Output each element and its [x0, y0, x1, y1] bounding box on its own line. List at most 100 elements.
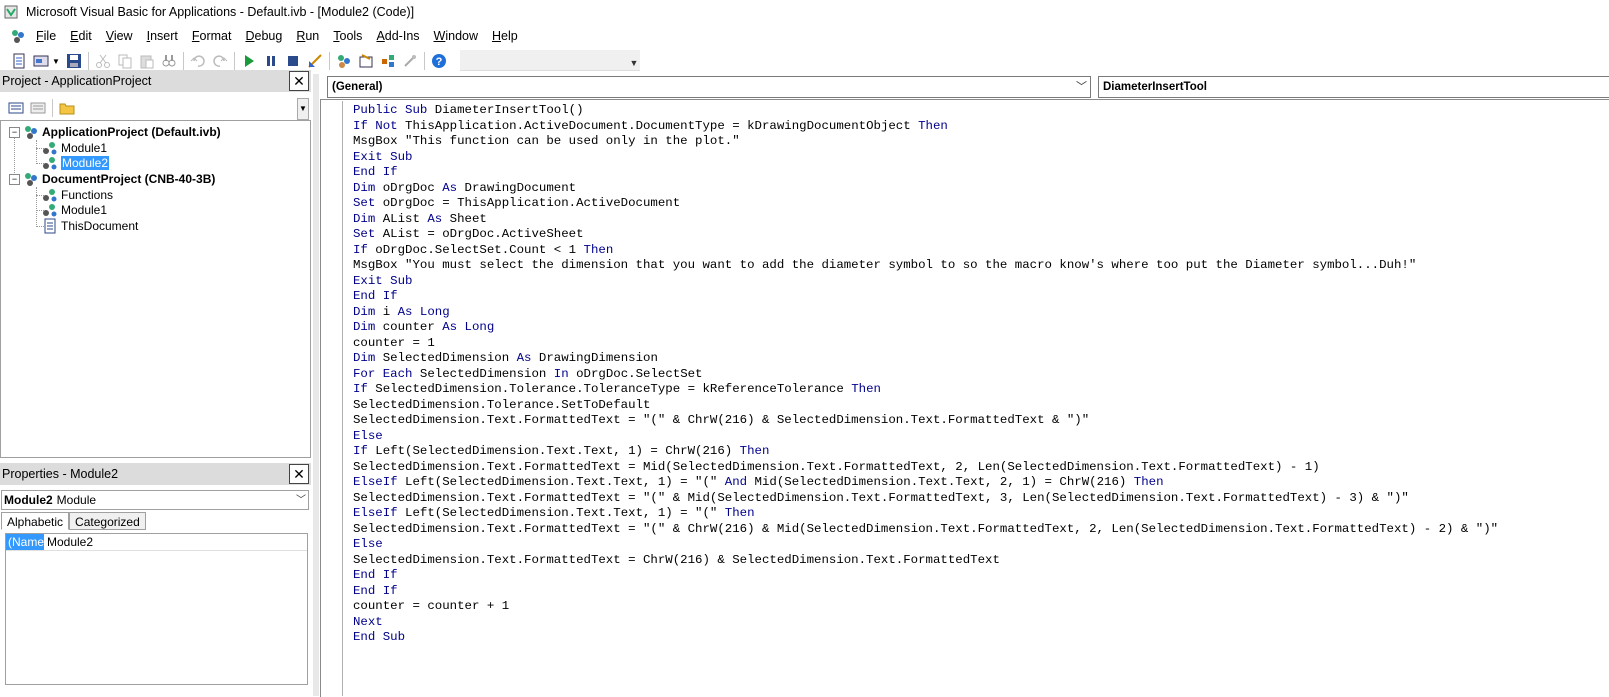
- code-line[interactable]: SelectedDimension.Text.FormattedText = M…: [353, 460, 1603, 476]
- tree-app-module2[interactable]: Module2: [42, 155, 110, 171]
- expand-app-project[interactable]: −: [9, 127, 20, 138]
- code-line[interactable]: End If: [353, 289, 1603, 305]
- object-browser-icon[interactable]: [380, 53, 396, 69]
- tree-doc-project[interactable]: DocumentProject (CNB-40-3B): [23, 171, 215, 187]
- code-line[interactable]: ElseIf Left(SelectedDimension.Text.Text,…: [353, 475, 1603, 491]
- code-line[interactable]: ElseIf Left(SelectedDimension.Text.Text,…: [353, 506, 1603, 522]
- menu-edit[interactable]: Edit: [63, 29, 99, 43]
- run-icon[interactable]: [241, 53, 257, 69]
- tree-app-module1[interactable]: Module1: [42, 140, 107, 156]
- code-line[interactable]: Else: [353, 429, 1603, 445]
- procedure-combo[interactable]: DiameterInsertTool: [1098, 76, 1609, 98]
- menu-view[interactable]: View: [99, 29, 140, 43]
- code-line[interactable]: Else: [353, 537, 1603, 553]
- code-line[interactable]: End If: [353, 584, 1603, 600]
- undo-icon[interactable]: [190, 53, 206, 69]
- code-line[interactable]: Set AList = oDrgDoc.ActiveSheet: [353, 227, 1603, 243]
- properties-object-select[interactable]: Module2 Module ﹀: [1, 490, 309, 510]
- menu-bar: File Edit View Insert Format Debug Run T…: [0, 24, 1609, 48]
- code-line[interactable]: End If: [353, 165, 1603, 181]
- code-line[interactable]: Dim oDrgDoc As DrawingDocument: [353, 181, 1603, 197]
- insert-dropdown-icon[interactable]: ▼: [52, 57, 60, 66]
- code-line[interactable]: MsgBox "You must select the dimension th…: [353, 258, 1603, 274]
- code-line[interactable]: Dim SelectedDimension As DrawingDimensio…: [353, 351, 1603, 367]
- code-line[interactable]: Dim i As Long: [353, 305, 1603, 321]
- menu-window[interactable]: Window: [427, 29, 485, 43]
- code-line[interactable]: SelectedDimension.Text.FormattedText = C…: [353, 553, 1603, 569]
- design-mode-icon[interactable]: [307, 53, 323, 69]
- menu-add-ins[interactable]: Add-Ins: [369, 29, 426, 43]
- code-line[interactable]: MsgBox "This function can be used only i…: [353, 134, 1603, 150]
- menu-debug[interactable]: Debug: [238, 29, 289, 43]
- code-margin-indicator-bar[interactable]: [322, 101, 343, 696]
- project-tree[interactable]: − ApplicationProject (Default.ivb) Modul…: [0, 120, 311, 458]
- properties-window-icon[interactable]: [358, 53, 374, 69]
- code-line[interactable]: Exit Sub: [353, 150, 1603, 166]
- paste-icon[interactable]: [139, 53, 155, 69]
- code-line[interactable]: SelectedDimension.Tolerance.SetToDefault: [353, 398, 1603, 414]
- help-icon[interactable]: ?: [431, 53, 447, 69]
- project-pane-close-icon[interactable]: ✕: [289, 71, 309, 91]
- code-line[interactable]: Set oDrgDoc = ThisApplication.ActiveDocu…: [353, 196, 1603, 212]
- code-line[interactable]: Dim AList As Sheet: [353, 212, 1603, 228]
- reset-icon[interactable]: [285, 53, 301, 69]
- cut-icon[interactable]: [95, 53, 111, 69]
- code-line[interactable]: End If: [353, 568, 1603, 584]
- code-line[interactable]: counter = counter + 1: [353, 599, 1603, 615]
- insert-userform-icon[interactable]: [33, 53, 49, 69]
- view-object-icon[interactable]: [30, 100, 46, 116]
- project-scroll-button[interactable]: ▼: [297, 98, 309, 120]
- menu-format[interactable]: Format: [185, 29, 239, 43]
- code-line[interactable]: Exit Sub: [353, 274, 1603, 290]
- tree-app-project[interactable]: ApplicationProject (Default.ivb): [23, 124, 221, 140]
- code-line[interactable]: If Left(SelectedDimension.Text.Text, 1) …: [353, 444, 1603, 460]
- properties-object-type: Module: [56, 493, 97, 507]
- menu-file[interactable]: File: [29, 29, 63, 43]
- code-line[interactable]: SelectedDimension.Text.FormattedText = "…: [353, 491, 1603, 507]
- properties-grid[interactable]: (Name) Module2: [5, 533, 308, 685]
- object-combo[interactable]: (General) ﹀: [327, 76, 1091, 98]
- project-explorer-icon[interactable]: [336, 53, 352, 69]
- code-line[interactable]: If SelectedDimension.Tolerance.Tolerance…: [353, 382, 1603, 398]
- copy-icon[interactable]: [117, 53, 133, 69]
- menu-tools[interactable]: Tools: [326, 29, 369, 43]
- menu-run[interactable]: Run: [289, 29, 326, 43]
- toggle-folders-icon[interactable]: [59, 100, 75, 116]
- code-editor[interactable]: Public Sub DiameterInsertTool() If Not Th…: [353, 103, 1603, 646]
- break-icon[interactable]: [263, 53, 279, 69]
- tree-doc-functions[interactable]: Functions: [42, 187, 113, 203]
- expand-doc-project[interactable]: −: [9, 174, 20, 185]
- code-line[interactable]: If oDrgDoc.SelectSet.Count < 1 Then: [353, 243, 1603, 259]
- toolbar-overflow-icon[interactable]: ▼: [628, 50, 640, 70]
- menu-insert[interactable]: Insert: [140, 29, 185, 43]
- code-line[interactable]: End Sub: [353, 630, 1603, 646]
- code-line[interactable]: If Not ThisApplication.ActiveDocument.Do…: [353, 119, 1603, 135]
- code-line[interactable]: Public Sub DiameterInsertTool(): [353, 103, 1603, 119]
- tree-doc-thisdocument[interactable]: ThisDocument: [42, 218, 138, 234]
- properties-pane-close-icon[interactable]: ✕: [289, 464, 309, 484]
- tab-categorized[interactable]: Categorized: [69, 512, 146, 530]
- code-line[interactable]: SelectedDimension.Text.FormattedText = "…: [353, 413, 1603, 429]
- view-code-small-icon[interactable]: [8, 100, 24, 116]
- pane-splitter[interactable]: [313, 74, 319, 696]
- code-line[interactable]: For Each SelectedDimension In oDrgDoc.Se…: [353, 367, 1603, 383]
- code-line[interactable]: Next: [353, 615, 1603, 631]
- view-code-icon[interactable]: [11, 53, 27, 69]
- tree-doc-module1[interactable]: Module1: [42, 202, 107, 218]
- window-title: Microsoft Visual Basic for Applications …: [26, 5, 415, 19]
- find-icon[interactable]: [161, 53, 177, 69]
- toolbar-overflow[interactable]: ▼: [460, 50, 640, 71]
- chevron-down-icon[interactable]: ﹀: [296, 491, 306, 506]
- tab-alphabetic[interactable]: Alphabetic: [1, 512, 70, 530]
- chevron-down-icon[interactable]: ﹀: [1076, 78, 1087, 94]
- toolbox-icon[interactable]: [402, 53, 418, 69]
- code-line[interactable]: Dim counter As Long: [353, 320, 1603, 336]
- property-row[interactable]: (Name) Module2: [6, 534, 307, 551]
- code-line[interactable]: SelectedDimension.Text.FormattedText = "…: [353, 522, 1603, 538]
- property-value[interactable]: Module2: [44, 535, 93, 549]
- code-line[interactable]: counter = 1: [353, 336, 1603, 352]
- redo-icon[interactable]: [212, 53, 228, 69]
- save-icon[interactable]: [66, 53, 82, 69]
- menu-help[interactable]: Help: [485, 29, 525, 43]
- vba-menu-icon[interactable]: [10, 28, 26, 44]
